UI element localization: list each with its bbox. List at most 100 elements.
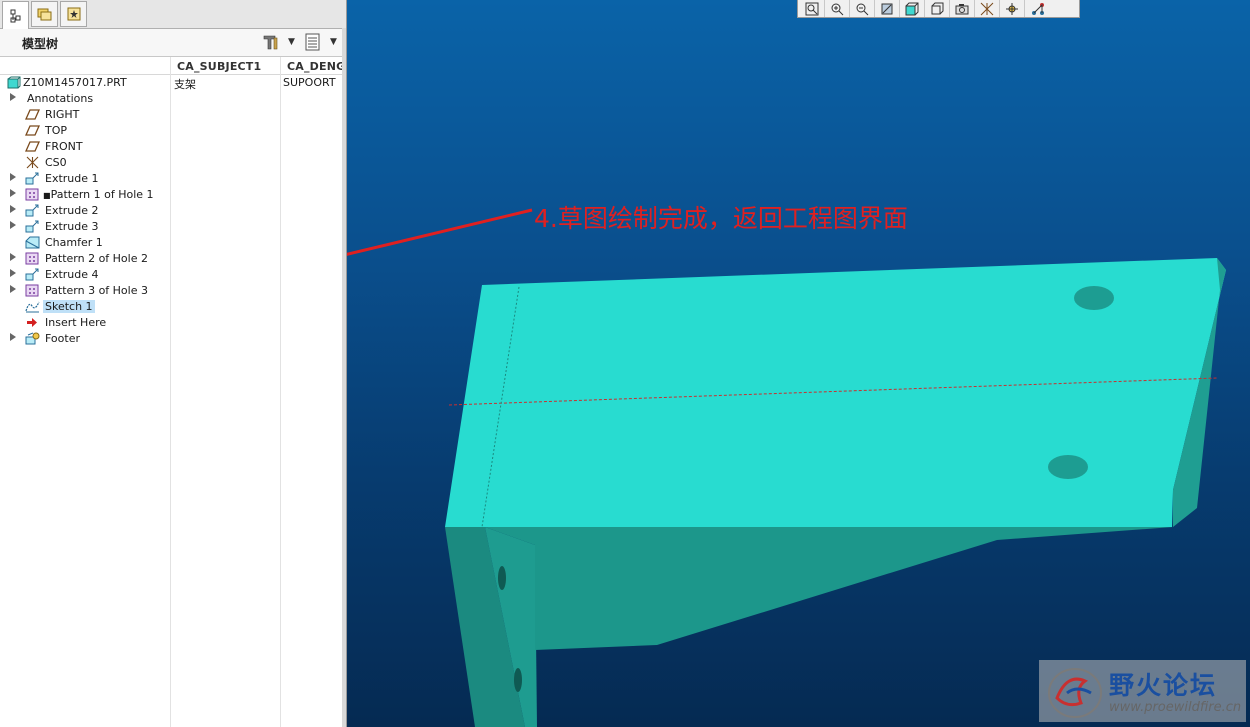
tree-item-pattern-2[interactable]: Pattern 2 of Hole 2 (0, 251, 342, 267)
tree-item-label: ■Pattern 1 of Hole 1 (43, 188, 154, 201)
zoom-out-button[interactable] (850, 0, 875, 17)
annotation-text: 4.草图绘制完成，返回工程图界面 (534, 204, 908, 233)
model-tree-tab-icon (10, 9, 20, 22)
tree-settings-dropdown-icon[interactable]: ▼ (288, 37, 295, 47)
datum-plane-icon (25, 125, 40, 136)
favorites-tab[interactable] (60, 1, 87, 27)
tree-item-front[interactable]: FRONT (0, 139, 342, 155)
display-style-icon (905, 2, 919, 15)
column-header-deng[interactable]: CA_DENG (287, 60, 342, 73)
zoom-in-button[interactable] (825, 0, 850, 17)
hole-leg-1 (498, 566, 506, 590)
hole-top-2 (1048, 455, 1088, 479)
pattern-icon (25, 284, 39, 297)
datum-plane-icon (25, 109, 40, 120)
tree-root-subject-value: 支架 (174, 78, 196, 91)
appearance-button[interactable] (1025, 0, 1050, 17)
expand-arrow-icon[interactable] (10, 333, 16, 341)
tree-settings-icon (263, 35, 278, 50)
part-model[interactable] (347, 0, 1250, 727)
expand-arrow-icon[interactable] (10, 221, 16, 229)
extrude-icon (25, 220, 39, 233)
expand-arrow-icon[interactable] (10, 173, 16, 181)
tree-item-extrude-4[interactable]: Extrude 4 (0, 267, 342, 283)
panel-splitter[interactable] (342, 28, 346, 727)
tree-item-chamfer-1[interactable]: Chamfer 1 (0, 235, 342, 251)
tree-item-pattern-1[interactable]: ■Pattern 1 of Hole 1 (0, 187, 342, 203)
watermark: 野火论坛 www.proewildfire.cn (1039, 660, 1246, 722)
coordinate-system-icon (26, 156, 39, 169)
view-toolbar (797, 0, 1080, 18)
tree-item-sketch-1[interactable]: Sketch 1 (0, 299, 342, 315)
hole-top-1 (1074, 286, 1114, 310)
datum-display-button[interactable] (975, 0, 1000, 17)
tree-item-extrude-2[interactable]: Extrude 2 (0, 203, 342, 219)
saved-views-button[interactable] (925, 0, 950, 17)
tree-item-label: Pattern 3 of Hole 3 (45, 284, 148, 297)
tree-item-extrude-3[interactable]: Extrude 3 (0, 219, 342, 235)
tree-item-label: Pattern 2 of Hole 2 (45, 252, 148, 265)
watermark-logo-icon (1048, 668, 1102, 718)
3d-graphics-viewport[interactable]: 野火论坛 www.proewildfire.cn (347, 0, 1250, 727)
tree-item-footer[interactable]: Footer (0, 331, 342, 347)
tree-item-top[interactable]: TOP (0, 123, 342, 139)
expand-arrow-icon[interactable] (10, 269, 16, 277)
refit-button[interactable] (800, 0, 825, 17)
model-tree-panel: 模型树 ▼ ▼ CA_SUBJECT1 CA_DENG Z10M1457017.… (0, 0, 347, 727)
expand-arrow-icon[interactable] (10, 189, 16, 197)
expand-arrow-icon[interactable] (10, 253, 16, 261)
extrude-icon (25, 204, 39, 217)
part-icon (7, 76, 21, 89)
expand-arrow-icon[interactable] (10, 205, 16, 213)
zoom-out-icon (856, 3, 869, 15)
tree-item-label: Chamfer 1 (45, 236, 103, 249)
tree-item-extrude-1[interactable]: Extrude 1 (0, 171, 342, 187)
tree-item-pattern-3[interactable]: Pattern 3 of Hole 3 (0, 283, 342, 299)
model-tree-tab[interactable] (2, 1, 29, 29)
tree-item-label: Extrude 1 (45, 172, 99, 185)
tree-item-label-text: Pattern 1 of Hole 1 (50, 188, 154, 201)
expand-arrow-icon[interactable] (10, 285, 16, 293)
screenshot-icon (955, 3, 969, 14)
repaint-icon (881, 3, 893, 14)
column-header-subject[interactable]: CA_SUBJECT1 (177, 60, 277, 73)
display-style-button[interactable] (900, 0, 925, 17)
refit-icon (805, 2, 819, 15)
sketch-icon (25, 301, 40, 313)
tree-item-label: Annotations (27, 92, 94, 105)
tree-column-header: CA_SUBJECT1 CA_DENG (0, 57, 342, 75)
expand-arrow-icon[interactable] (10, 93, 16, 101)
watermark-title: 野火论坛 (1109, 671, 1218, 700)
repaint-button[interactable] (875, 0, 900, 17)
folder-browser-tab[interactable] (31, 1, 58, 27)
screenshot-button[interactable] (950, 0, 975, 17)
extrude-icon (25, 172, 39, 185)
tree-item-label: Extrude 2 (45, 204, 99, 217)
tree-root-row[interactable]: Z10M1457017.PRT 支架 SUPOORT (0, 75, 342, 91)
tree-item-label: Extrude 3 (45, 220, 99, 233)
tree-item-insert-here[interactable]: Insert Here (0, 315, 342, 331)
tree-item-right[interactable]: RIGHT (0, 107, 342, 123)
hole-leg-2 (514, 668, 522, 692)
tree-item-label: TOP (45, 124, 68, 137)
navigator-tabs (0, 0, 346, 29)
tree-item-cs0[interactable]: CS0 (0, 155, 342, 171)
tree-settings-button[interactable] (261, 32, 281, 52)
tree-item-annotations[interactable]: Annotations (0, 91, 342, 107)
tree-item-label: CS0 (45, 156, 67, 169)
tree-item-label: Extrude 4 (45, 268, 99, 281)
datum-plane-icon (25, 141, 40, 152)
tree-columns-button[interactable] (303, 32, 323, 52)
insert-here-arrow-icon (27, 318, 37, 327)
pattern-icon (25, 188, 39, 201)
tree-columns-dropdown-icon[interactable]: ▼ (330, 37, 337, 47)
spin-center-button[interactable] (1000, 0, 1025, 17)
zoom-in-icon (831, 3, 844, 15)
model-tree-title: 模型树 (22, 37, 59, 51)
extrude-icon (25, 268, 39, 281)
folder-browser-tab-icon (37, 8, 51, 21)
model-tree-header: 模型树 ▼ ▼ (0, 29, 346, 57)
tree-item-label: Insert Here (45, 316, 107, 329)
tree-item-label: RIGHT (45, 108, 80, 121)
chamfer-icon (25, 236, 40, 249)
